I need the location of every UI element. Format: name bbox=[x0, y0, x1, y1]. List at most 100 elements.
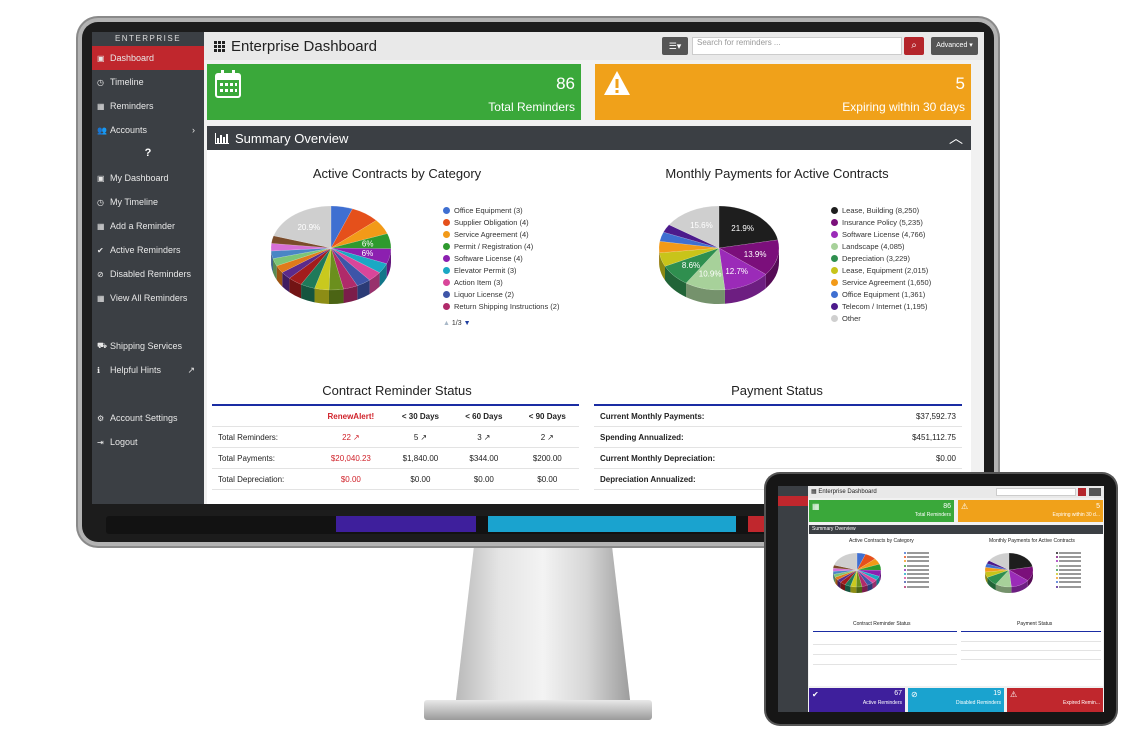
pager-down-icon[interactable]: ▼ bbox=[464, 320, 471, 327]
chevron-up-icon[interactable]: ︿ bbox=[949, 128, 963, 148]
legend-active-contracts: Office Equipment (3) Supplier Obligation … bbox=[443, 204, 559, 312]
grid-icon bbox=[214, 40, 225, 52]
legend-item[interactable]: Software License (4,766) bbox=[831, 228, 931, 240]
legend-item[interactable]: Office Equipment (3) bbox=[443, 204, 559, 216]
tablet-sidebar-item[interactable] bbox=[778, 516, 808, 526]
legend-item[interactable]: Supplier Obligation (4) bbox=[443, 216, 559, 228]
tablet-search-input[interactable] bbox=[996, 488, 1076, 496]
tablet-sidebar-item[interactable] bbox=[778, 566, 808, 576]
tablet-table-row bbox=[961, 650, 1101, 651]
legend-label: Office Equipment (1,361) bbox=[842, 289, 926, 299]
tablet-table-row bbox=[961, 641, 1101, 642]
legend-item[interactable]: Depreciation (3,229) bbox=[831, 252, 931, 264]
legend-item[interactable]: Action Item (3) bbox=[443, 276, 559, 288]
legend-item[interactable]: Other bbox=[831, 312, 931, 324]
sidebar-item-timeline[interactable]: ◷ Timeline bbox=[92, 70, 204, 94]
tablet-device: ▦ Enterprise Dashboard ▦ 86 Total Remind… bbox=[766, 474, 1116, 724]
tablet-advanced-button[interactable] bbox=[1089, 488, 1101, 496]
legend-item[interactable]: Insurance Policy (5,235) bbox=[831, 216, 931, 228]
sidebar-item-my-timeline[interactable]: ◷ My Timeline bbox=[92, 190, 204, 214]
legend-item[interactable]: Landscape (4,085) bbox=[831, 240, 931, 252]
sidebar-item-my-dashboard[interactable]: ▣ My Dashboard bbox=[92, 166, 204, 190]
table-cell-link[interactable]: 3 ↗ bbox=[452, 426, 516, 448]
tablet-disabled-card[interactable]: ⊘ 19 Disabled Reminders bbox=[908, 688, 1004, 712]
sidebar-item-account-settings[interactable]: ⚙ Account Settings bbox=[92, 406, 204, 430]
row-value: $0.00 bbox=[849, 447, 962, 469]
expiring-card[interactable]: 5 Expiring within 30 days bbox=[595, 64, 971, 120]
legend-item[interactable]: Elevator Permit (3) bbox=[443, 264, 559, 276]
sidebar-item-add-reminder[interactable]: ▦ Add a Reminder bbox=[92, 214, 204, 238]
legend-item[interactable]: Office Equipment (1,361) bbox=[831, 288, 931, 300]
sidebar-item-shipping-services[interactable]: ⛟ Shipping Services bbox=[92, 334, 204, 358]
menu-dropdown-button[interactable]: ☰▾ bbox=[662, 37, 688, 55]
sidebar: ENTERPRISE ▣ Dashboard ◷ Timeline ▦ Remi… bbox=[92, 32, 211, 504]
sidebar-item-reminders[interactable]: ▦ Reminders bbox=[92, 94, 204, 118]
pager-up-icon[interactable]: ▲ bbox=[443, 320, 450, 327]
search-button[interactable]: ⌕ bbox=[904, 37, 924, 55]
row-value: $451,112.75 bbox=[849, 426, 962, 448]
tablet-table-row bbox=[813, 664, 957, 665]
tablet-sidebar-item[interactable] bbox=[778, 546, 808, 556]
table-cell-link[interactable]: 5 ↗ bbox=[388, 426, 453, 448]
chart-title-active-contracts: Active Contracts by Category bbox=[312, 166, 482, 181]
monitor-stand-base bbox=[424, 700, 652, 720]
legend-item[interactable]: Service Agreement (4) bbox=[443, 228, 559, 240]
legend-item[interactable]: Service Agreement (1,650) bbox=[831, 276, 931, 288]
tablet-sidebar-item[interactable] bbox=[778, 496, 808, 506]
legend-item[interactable]: Liquor License (2) bbox=[443, 288, 559, 300]
calendar-icon bbox=[215, 70, 241, 98]
table-header-cell: < 30 Days bbox=[388, 405, 453, 427]
sidebar-item-label: Active Reminders bbox=[110, 245, 181, 255]
tablet-summary-header[interactable]: Summary Overview bbox=[809, 525, 1103, 534]
table-row: Current Monthly Depreciation: $0.00 bbox=[594, 447, 962, 469]
tablet-sidebar-item[interactable] bbox=[778, 526, 808, 536]
legend-item[interactable]: Permit / Registration (4) bbox=[443, 240, 559, 252]
tablet-expired-card[interactable]: ⚠ Expired Remin... bbox=[1007, 688, 1103, 712]
table-cell-link[interactable]: 2 ↗ bbox=[515, 426, 579, 448]
sidebar-item-logout[interactable]: ⇥ Logout bbox=[92, 430, 204, 454]
table-header-cell: < 60 Days bbox=[452, 405, 516, 427]
tablet-expiring-card[interactable]: ⚠ 5 Expiring within 30 d... bbox=[958, 500, 1103, 522]
row-label: Total Depreciation: bbox=[212, 468, 313, 490]
reminder-status-title: Contract Reminder Status bbox=[322, 383, 472, 398]
sidebar-item-accounts[interactable]: 👥 Accounts › bbox=[92, 118, 204, 142]
table-header-cell: RenewAlert! bbox=[313, 405, 389, 427]
legend-item[interactable]: Lease, Building (8,250) bbox=[831, 204, 931, 216]
table-header-cell: < 90 Days bbox=[515, 405, 579, 427]
total-reminders-card[interactable]: 86 Total Reminders bbox=[207, 64, 581, 120]
tablet-sidebar-item[interactable] bbox=[778, 556, 808, 566]
tablet-sidebar-item[interactable] bbox=[778, 586, 808, 596]
tablet-total-card[interactable]: ▦ 86 Total Reminders bbox=[809, 500, 954, 522]
sidebar-item-disabled-reminders[interactable]: ⊘ Disabled Reminders bbox=[92, 262, 204, 286]
sidebar-item-helpful-hints[interactable]: ℹ Helpful Hints ↗ bbox=[92, 358, 204, 382]
legend-item[interactable]: Software License (4) bbox=[443, 252, 559, 264]
tablet-total-label: Total Reminders bbox=[914, 512, 951, 518]
sidebar-item-active-reminders[interactable]: ✔ Active Reminders bbox=[92, 238, 204, 262]
cell-value: 3 bbox=[477, 432, 482, 442]
legend-item[interactable]: Return Shipping Instructions (2) bbox=[443, 300, 559, 312]
table-cell: $200.00 bbox=[515, 447, 579, 469]
search-input[interactable]: Search for reminders ... bbox=[692, 37, 902, 55]
sidebar-item-view-all-reminders[interactable]: ▦ View All Reminders bbox=[92, 286, 204, 310]
legend-pager[interactable]: ▲ 1/3 ▼ bbox=[443, 320, 471, 327]
summary-panel-header[interactable]: Summary Overview ︿ bbox=[207, 126, 971, 150]
sidebar-item-dashboard[interactable]: ▣ Dashboard bbox=[92, 46, 211, 70]
tablet-search-button[interactable] bbox=[1078, 488, 1086, 496]
table-cell-link[interactable]: 22 ↗ bbox=[313, 426, 389, 448]
pie-slice-label: 15.6% bbox=[690, 221, 713, 230]
dashboard-icon: ▣ bbox=[97, 173, 105, 183]
row-label: Spending Annualized: bbox=[594, 426, 850, 448]
tablet-active-card[interactable]: ✔ 67 Active Reminders bbox=[809, 688, 905, 712]
legend-swatch bbox=[443, 290, 450, 298]
tablet-reminder-table bbox=[813, 631, 957, 632]
tablet-payment-table bbox=[961, 631, 1101, 632]
advanced-button[interactable]: Advanced ▾ bbox=[931, 37, 978, 55]
legend-item[interactable]: Lease, Equipment (2,015) bbox=[831, 264, 931, 276]
pie-chart-active-contracts: 6%6% 20.9% bbox=[270, 205, 392, 304]
legend-swatch bbox=[443, 230, 450, 238]
help-icon[interactable]: ? bbox=[92, 142, 204, 166]
legend-item[interactable]: Telecom / Internet (1,195) bbox=[831, 300, 931, 312]
tablet-sidebar-item[interactable] bbox=[778, 506, 808, 516]
tablet-sidebar-item[interactable] bbox=[778, 576, 808, 586]
tablet-sidebar-item[interactable] bbox=[778, 536, 808, 546]
